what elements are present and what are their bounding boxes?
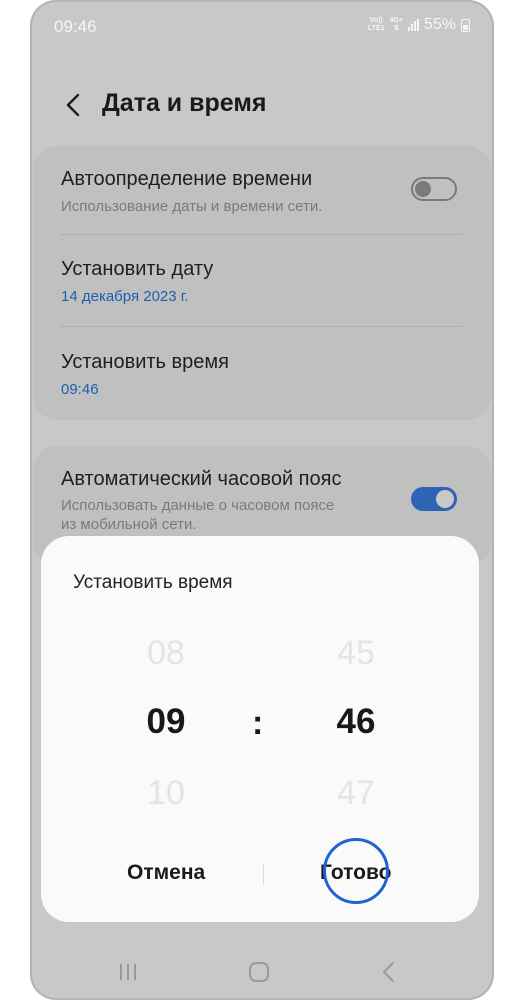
auto-timezone-title: Автоматический часовой пояс [61, 468, 342, 490]
auto-time-subtitle: Использование даты и времени сети. [61, 198, 323, 215]
divider [61, 234, 463, 235]
dialog-title: Установить время [73, 572, 233, 593]
auto-time-title: Автоопределение времени [61, 168, 313, 190]
toggle-knob [415, 181, 431, 197]
set-date-title: Установить дату [61, 258, 214, 280]
recent-apps-icon[interactable] [112, 956, 144, 988]
set-time-title: Установить время [61, 351, 229, 373]
set-date-setting[interactable]: Установить дату 14 декабря 2023 г. [61, 258, 463, 306]
chevron-left-icon[interactable] [64, 93, 84, 117]
battery-percent: 55% [423, 16, 456, 33]
battery-icon [461, 18, 470, 32]
volte-indicator: Vo)) LTE1 [367, 17, 385, 32]
phone-screen: 09:46 Vo)) LTE1 4G+ ⇅ 55% Дата и время А… [30, 0, 494, 1000]
home-icon[interactable] [243, 956, 275, 988]
auto-time-setting[interactable]: Автоопределение времени Использование да… [61, 168, 463, 216]
minute-selected[interactable]: 46 [316, 702, 396, 742]
hour-prev[interactable]: 08 [126, 634, 206, 673]
set-time-setting[interactable]: Установить время 09:46 [61, 351, 463, 399]
hour-selected[interactable]: 09 [126, 702, 206, 742]
data-type-indicator: 4G+ ⇅ [389, 17, 403, 32]
toggle-knob [436, 490, 454, 508]
signal-icon [407, 19, 419, 31]
auto-timezone-subtitle-line1: Использовать данные о часовом поясе [61, 497, 335, 514]
navigation-bar [30, 944, 494, 1000]
back-icon[interactable] [373, 956, 405, 988]
status-icons: Vo)) LTE1 4G+ ⇅ 55% [368, 16, 470, 34]
set-date-value: 14 декабря 2023 г. [61, 288, 189, 305]
button-divider [263, 863, 264, 885]
page-title: Дата и время [102, 89, 267, 117]
tap-indicator [323, 838, 389, 904]
auto-timezone-setting[interactable]: Автоматический часовой пояс Использовать… [61, 468, 463, 534]
datetime-settings-card: Автоопределение времени Использование да… [33, 146, 491, 420]
set-time-value: 09:46 [61, 381, 99, 398]
minute-prev[interactable]: 45 [316, 634, 396, 673]
auto-time-toggle[interactable] [411, 177, 457, 201]
set-time-dialog: Установить время 08 09 10 : 45 46 47 Отм… [41, 536, 479, 922]
cancel-button[interactable]: Отмена [127, 861, 205, 885]
hour-next[interactable]: 10 [126, 774, 206, 813]
minute-next[interactable]: 47 [316, 774, 396, 813]
time-separator: : [252, 704, 264, 742]
status-time: 09:46 [54, 17, 97, 36]
divider [61, 326, 463, 327]
auto-timezone-subtitle-line2: из мобильной сети. [61, 516, 197, 533]
auto-timezone-toggle[interactable] [411, 487, 457, 511]
status-bar: 09:46 Vo)) LTE1 4G+ ⇅ 55% [30, 0, 494, 52]
